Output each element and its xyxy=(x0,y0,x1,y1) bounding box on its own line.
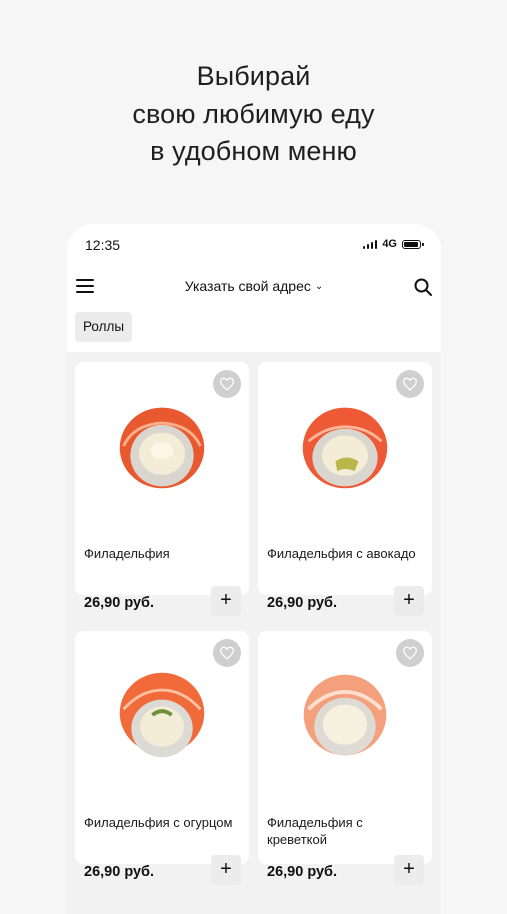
product-name: Филадельфия с креветкой xyxy=(267,815,363,847)
category-chip[interactable]: Роллы xyxy=(75,312,133,342)
roll-image xyxy=(119,407,205,489)
product-name: Филадельфия с авокадо xyxy=(267,546,416,561)
add-to-cart-button[interactable]: + xyxy=(211,855,241,885)
add-to-cart-button[interactable]: + xyxy=(211,586,241,616)
network-type: 4G xyxy=(382,238,397,250)
battery-icon xyxy=(402,239,424,249)
product-price: 26,90 руб. xyxy=(84,595,155,611)
chevron-down-icon: ⌄ xyxy=(314,281,324,292)
heart-icon xyxy=(402,646,418,660)
promo-line: в удобном меню xyxy=(150,136,357,166)
product-card[interactable]: Филадельфия с авокадо 26,90 руб. + xyxy=(258,362,432,616)
favorite-button[interactable] xyxy=(213,370,241,398)
product-price: 26,90 руб. xyxy=(267,595,338,611)
roll-image xyxy=(302,407,388,489)
status-indicators: 4G xyxy=(362,238,424,250)
address-label: Указать свой адрес xyxy=(184,278,311,294)
favorite-button[interactable] xyxy=(396,639,424,667)
promo-heading: Выбирай свою любимую еду в удобном меню xyxy=(0,58,507,171)
roll-image xyxy=(303,674,387,756)
status-time: 12:35 xyxy=(85,237,121,253)
heart-icon xyxy=(402,377,418,391)
product-name: Филадельфия с огурцом xyxy=(84,815,233,830)
product-card[interactable]: Филадельфия с огурцом 26,90 руб. + xyxy=(75,631,249,885)
add-to-cart-button[interactable]: + xyxy=(394,586,424,616)
product-price: 26,90 руб. xyxy=(84,864,155,880)
favorite-button[interactable] xyxy=(213,639,241,667)
heart-icon xyxy=(219,646,235,660)
promo-line: Выбирай xyxy=(196,61,311,91)
product-card[interactable]: Филадельфия с креветкой 26,90 руб. + xyxy=(258,631,432,885)
product-card[interactable]: Филадельфия 26,90 руб. + xyxy=(75,362,249,616)
search-icon[interactable] xyxy=(413,277,433,297)
signal-icon xyxy=(362,239,378,249)
favorite-button[interactable] xyxy=(396,370,424,398)
phone-mockup: 12:35 4G Указать свой адрес ⌄ Роллы Фила… xyxy=(67,224,441,914)
product-name: Филадельфия xyxy=(84,546,170,561)
add-to-cart-button[interactable]: + xyxy=(394,855,424,885)
promo-line: свою любимую еду xyxy=(132,98,375,129)
product-price: 26,90 руб. xyxy=(267,864,338,880)
app-header: 12:35 4G Указать свой адрес ⌄ Роллы xyxy=(67,224,441,352)
roll-image xyxy=(119,672,205,758)
address-selector[interactable]: Указать свой адрес ⌄ xyxy=(67,278,441,294)
heart-icon xyxy=(219,377,235,391)
